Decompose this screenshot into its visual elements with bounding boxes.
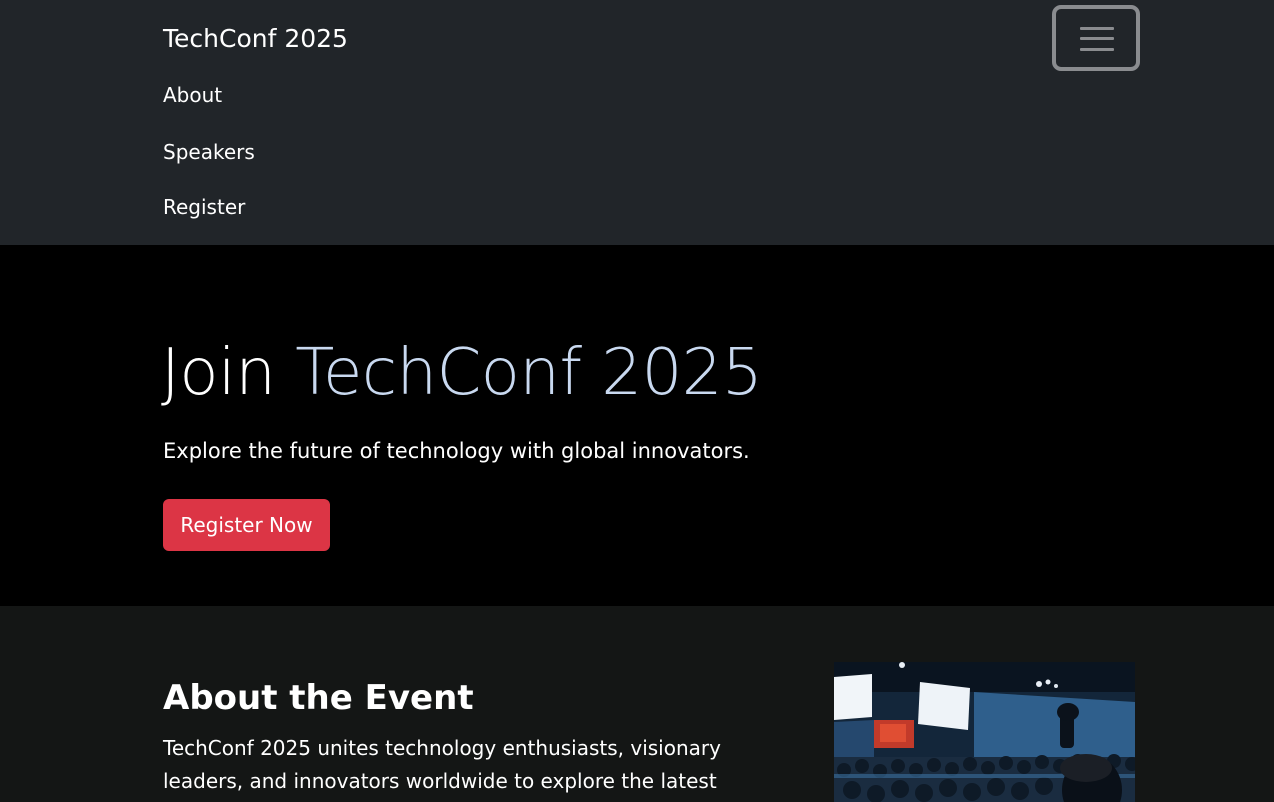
hero-title-accent: TechConf 2025	[295, 336, 763, 410]
navbar: TechConf 2025 About Speakers Register	[0, 0, 1274, 245]
brand-link[interactable]: TechConf 2025	[163, 22, 348, 56]
conference-audience-image	[834, 662, 1135, 802]
hamburger-menu-icon	[1080, 27, 1114, 51]
nav-link-register[interactable]: Register	[163, 193, 245, 221]
nav-link-about[interactable]: About	[163, 81, 222, 109]
hero-subtitle: Explore the future of technology with gl…	[163, 439, 750, 463]
hero-title: Join TechConf 2025	[161, 333, 763, 413]
register-now-button[interactable]: Register Now	[163, 499, 330, 551]
hero-title-lead: Join	[161, 336, 276, 410]
about-section: About the Event TechConf 2025 unites tec…	[0, 606, 1274, 802]
about-description: TechConf 2025 unites technology enthusia…	[163, 736, 721, 793]
nav-link-speakers[interactable]: Speakers	[163, 138, 255, 166]
hero-section: Join TechConf 2025 Explore the future of…	[0, 245, 1274, 606]
about-title: About the Event	[163, 678, 474, 718]
navbar-toggler-button[interactable]	[1052, 5, 1140, 71]
